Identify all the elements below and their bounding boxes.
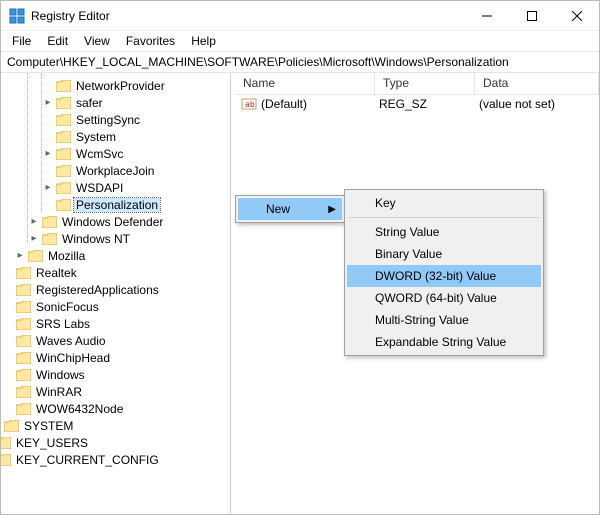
value-name: (Default) xyxy=(261,97,379,111)
folder-icon xyxy=(15,266,31,280)
column-data[interactable]: Data xyxy=(475,73,599,94)
chevron-right-icon[interactable]: ▸ xyxy=(27,233,41,244)
window-title: Registry Editor xyxy=(31,9,464,23)
folder-icon xyxy=(15,334,31,348)
maximize-button[interactable] xyxy=(509,1,554,30)
svg-text:ab: ab xyxy=(245,100,255,109)
registry-editor-window: Registry Editor File Edit View Favorites… xyxy=(0,0,600,515)
folder-icon xyxy=(55,96,71,110)
chevron-right-icon[interactable]: ▸ xyxy=(13,250,27,261)
tree-node-wsdapi[interactable]: ▸WSDAPI xyxy=(1,179,230,196)
tree-node-windows-nt[interactable]: ▸Windows NT xyxy=(1,230,230,247)
folder-icon xyxy=(27,249,43,263)
string-value-icon: ab xyxy=(241,96,257,112)
address-bar[interactable]: Computer\HKEY_LOCAL_MACHINE\SOFTWARE\Pol… xyxy=(1,51,599,73)
context-item-binary-value[interactable]: Binary Value xyxy=(347,243,541,265)
context-item-dword-value[interactable]: DWORD (32-bit) Value xyxy=(347,265,541,287)
column-name[interactable]: Name xyxy=(235,73,375,94)
value-row-default[interactable]: ab (Default) REG_SZ (value not set) xyxy=(235,95,599,113)
folder-icon xyxy=(55,198,71,212)
tree-node-safer[interactable]: ▸safer xyxy=(1,94,230,111)
folder-icon xyxy=(15,300,31,314)
tree-node-winchiphead[interactable]: WinChipHead xyxy=(1,349,230,366)
folder-icon xyxy=(15,402,31,416)
tree-pane[interactable]: NetworkProvider ▸safer SettingSync Syste… xyxy=(1,73,231,514)
folder-icon xyxy=(15,385,31,399)
folder-icon xyxy=(3,419,19,433)
list-header: Name Type Data xyxy=(235,73,599,95)
chevron-right-icon[interactable]: ▸ xyxy=(41,148,55,159)
folder-icon xyxy=(55,181,71,195)
folder-icon xyxy=(55,113,71,127)
tree-node-system[interactable]: System xyxy=(1,128,230,145)
folder-icon xyxy=(55,164,71,178)
context-item-label: New xyxy=(266,202,290,216)
folder-icon xyxy=(55,130,71,144)
folder-icon xyxy=(55,147,71,161)
tree-node-registeredapplications[interactable]: RegisteredApplications xyxy=(1,281,230,298)
chevron-right-icon[interactable]: ▸ xyxy=(41,182,55,193)
tree-node-hkey-users[interactable]: KEY_USERS xyxy=(1,434,230,451)
window-controls xyxy=(464,1,599,30)
context-item-key[interactable]: Key xyxy=(347,192,541,214)
folder-icon xyxy=(55,79,71,93)
context-item-new[interactable]: New ▶ xyxy=(238,198,342,220)
context-item-multistring-value[interactable]: Multi-String Value xyxy=(347,309,541,331)
regedit-icon xyxy=(9,8,25,24)
tree-node-networkprovider[interactable]: NetworkProvider xyxy=(1,77,230,94)
tree-node-windows[interactable]: Windows xyxy=(1,366,230,383)
tree-node-mozilla[interactable]: ▸Mozilla xyxy=(1,247,230,264)
folder-icon xyxy=(41,232,57,246)
tree-node-srs-labs[interactable]: SRS Labs xyxy=(1,315,230,332)
address-text: Computer\HKEY_LOCAL_MACHINE\SOFTWARE\Pol… xyxy=(7,55,509,69)
tree-node-settingsync[interactable]: SettingSync xyxy=(1,111,230,128)
folder-icon xyxy=(15,351,31,365)
menubar: File Edit View Favorites Help xyxy=(1,31,599,51)
context-menu: New ▶ xyxy=(235,195,345,223)
context-item-qword-value[interactable]: QWORD (64-bit) Value xyxy=(347,287,541,309)
submenu-arrow-icon: ▶ xyxy=(328,204,336,215)
value-data: (value not set) xyxy=(479,97,599,111)
folder-icon xyxy=(1,436,11,450)
tree-node-realtek[interactable]: Realtek xyxy=(1,264,230,281)
menu-view[interactable]: View xyxy=(77,32,117,50)
menu-edit[interactable]: Edit xyxy=(40,32,75,50)
tree-node-hkey-current-config[interactable]: KEY_CURRENT_CONFIG xyxy=(1,451,230,468)
menu-favorites[interactable]: Favorites xyxy=(119,32,182,50)
close-button[interactable] xyxy=(554,1,599,30)
list-body[interactable]: ab (Default) REG_SZ (value not set) New … xyxy=(235,95,599,514)
value-type: REG_SZ xyxy=(379,97,479,111)
titlebar: Registry Editor xyxy=(1,1,599,31)
context-submenu-new: Key String Value Binary Value DWORD (32-… xyxy=(344,189,544,356)
minimize-button[interactable] xyxy=(464,1,509,30)
folder-icon xyxy=(41,215,57,229)
tree-node-wcmsvc[interactable]: ▸WcmSvc xyxy=(1,145,230,162)
tree-node-sonicfocus[interactable]: SonicFocus xyxy=(1,298,230,315)
folder-icon xyxy=(15,317,31,331)
tree-node-wow6432node[interactable]: WOW6432Node xyxy=(1,400,230,417)
folder-icon xyxy=(1,453,11,467)
tree-node-winrar[interactable]: WinRAR xyxy=(1,383,230,400)
body: NetworkProvider ▸safer SettingSync Syste… xyxy=(1,73,599,514)
menu-file[interactable]: File xyxy=(5,32,38,50)
menu-help[interactable]: Help xyxy=(184,32,223,50)
tree-node-workplacejoin[interactable]: WorkplaceJoin xyxy=(1,162,230,179)
chevron-right-icon[interactable]: ▸ xyxy=(41,97,55,108)
tree-node-windows-defender[interactable]: ▸Windows Defender xyxy=(1,213,230,230)
tree-node-waves-audio[interactable]: Waves Audio xyxy=(1,332,230,349)
list-pane[interactable]: Name Type Data ab (Default) REG_SZ (valu… xyxy=(235,73,599,514)
chevron-right-icon[interactable]: ▸ xyxy=(27,216,41,227)
menu-separator xyxy=(349,217,539,218)
tree-node-system-hive[interactable]: SYSTEM xyxy=(1,417,230,434)
folder-icon xyxy=(15,368,31,382)
folder-icon xyxy=(15,283,31,297)
context-item-string-value[interactable]: String Value xyxy=(347,221,541,243)
context-item-expandstring-value[interactable]: Expandable String Value xyxy=(347,331,541,353)
tree-node-personalization[interactable]: Personalization xyxy=(1,196,230,213)
column-type[interactable]: Type xyxy=(375,73,475,94)
